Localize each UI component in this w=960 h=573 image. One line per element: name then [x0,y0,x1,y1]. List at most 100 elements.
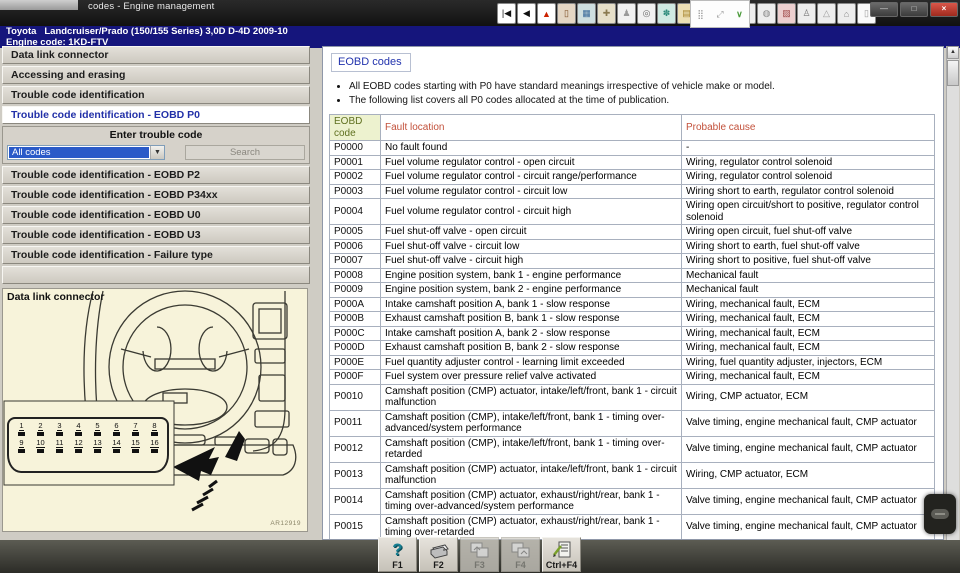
minimize-button[interactable]: — [870,2,898,17]
nav-back-icon[interactable]: ◀ [517,3,536,24]
sidebar-item[interactable]: Trouble code identification - EOBD P34xx [2,186,310,204]
table-row[interactable]: P0012 Camshaft position (CMP), intake/le… [330,436,935,462]
sidebar-item[interactable]: Data link connector [2,46,310,64]
sidebar-item[interactable]: Trouble code identification - EOBD U0 [2,206,310,224]
table-row[interactable]: P0004 Fuel volume regulator control - ci… [330,199,935,225]
body-icon[interactable]: ▨ [777,3,796,24]
scrollbar-thumb[interactable] [947,60,959,86]
close-button[interactable]: × [930,2,958,17]
sidebar-item[interactable]: Trouble code identification - EOBD P2 [2,166,310,184]
col-header-code: EOBD code [330,115,381,141]
eobd-codes-table: EOBD code Fault location Probable cause … [329,114,935,540]
table-row[interactable]: P0006 Fuel shut-off valve - circuit low … [330,239,935,254]
scroll-handle[interactable] [924,494,956,534]
table-row[interactable]: P000E Fuel quantity adjuster control - l… [330,355,935,370]
intro-bullets: All EOBD codes starting with P0 have sta… [349,80,943,108]
data-link-connector-panel: Data link connector [2,288,308,532]
next-illustration-f4-button[interactable]: F4 [501,537,540,572]
page-title: EOBD codes [331,53,411,72]
table-row[interactable]: P000C Intake camshaft position A, bank 2… [330,326,935,341]
table-row[interactable]: P0011 Camshaft position (CMP), intake/le… [330,410,935,436]
bullet-item: The following list covers all P0 codes a… [349,94,943,108]
connector-pin: 11 [53,439,66,453]
note-edit-icon [551,540,573,560]
code-filter-dropdown[interactable]: All codes ▼ [7,145,165,160]
maximize-button[interactable]: □ [900,2,928,17]
app-window: codes - Engine management |◀◀▲▯▦✚♟◎✽▤▣▢⊕… [0,0,960,573]
connector-pin: 15 [129,439,142,453]
prev-illustration-f3-button[interactable]: F3 [460,537,499,572]
col-header-cause: Probable cause [682,115,935,141]
scroll-handle-grip-icon [931,509,949,519]
connector-pin: 1 [15,422,28,436]
warning-icon[interactable]: ▲ [537,3,556,24]
table-row[interactable]: P0001 Fuel volume regulator control - op… [330,155,935,170]
table-row[interactable]: P0013 Camshaft position (CMP) actuator, … [330,462,935,488]
linked-images-icon [469,540,491,560]
person-icon[interactable]: ♙ [797,3,816,24]
gauge-icon[interactable]: ◎ [637,3,656,24]
sidebar-item-active[interactable]: Trouble code identification - EOBD P0 [2,106,310,124]
connector-pin: 14 [110,439,123,453]
help-f1-button[interactable]: ? F1 [378,537,417,572]
connector-pin: 9 [15,439,28,453]
chevron-down-icon: ∨ [736,9,743,20]
table-row[interactable]: P000F Fuel system over pressure relief v… [330,370,935,385]
content-panel: EOBD codes All EOBD codes starting with … [322,46,944,540]
sidebar-item[interactable]: Trouble code identification - Failure ty… [2,246,310,264]
connector-pin: 13 [91,439,104,453]
table-row[interactable]: P0010 Camshaft position (CMP) actuator, … [330,384,935,410]
toolbar-popup[interactable]: ⣿ ⤢ ∨ [690,0,750,28]
help-icon: ? [392,540,402,560]
table-row[interactable]: P0000 No fault found - [330,141,935,156]
window-controls: — □ × [870,2,958,17]
linked-images-icon [510,540,532,560]
table-row[interactable]: P0003 Fuel volume regulator control - ci… [330,184,935,199]
vehicle-header: Toyota Landcruiser/Prado (150/155 Series… [0,26,960,48]
vehicle-title: Toyota Landcruiser/Prado (150/155 Series… [6,26,960,37]
main-toolbar: |◀◀▲▯▦✚♟◎✽▤▣▢⊕◍▨♙△⌂▯ [497,3,876,24]
vehicle-icon[interactable]: ⌂ [837,3,856,24]
hazard-icon[interactable]: △ [817,3,836,24]
table-row[interactable]: P0009 Engine position system, bank 2 - e… [330,283,935,298]
connector-pins-top: 12345678 [15,422,161,436]
title-bar: codes - Engine management |◀◀▲▯▦✚♟◎✽▤▣▢⊕… [0,0,960,26]
figure-reference-code: AR12919 [270,520,301,527]
connector-pin: 10 [34,439,47,453]
background-window-edge [0,0,78,10]
component-icon[interactable]: ✚ [597,3,616,24]
wiring-diagram-icon[interactable]: ▦ [577,3,596,24]
scroll-up-arrow-icon[interactable]: ▲ [947,46,959,59]
sidebar-item-blank [2,266,310,284]
resize-icon: ⤢ [716,9,723,20]
trouble-code-search-panel: Enter trouble code All codes ▼ Search [2,126,310,164]
nav-first-icon[interactable]: |◀ [497,3,516,24]
sidebar-item[interactable]: Trouble code identification [2,86,310,104]
table-row[interactable]: P0014 Camshaft position (CMP) actuator, … [330,488,935,514]
tools-icon[interactable]: ♟ [617,3,636,24]
manual-icon[interactable]: ▯ [557,3,576,24]
search-button[interactable]: Search [185,145,305,160]
sidebar-item[interactable]: Trouble code identification - EOBD U3 [2,226,310,244]
table-row[interactable]: P0002 Fuel volume regulator control - ci… [330,170,935,185]
connector-pin: 4 [72,422,85,436]
connector-pin: 2 [34,422,47,436]
dropdown-selected-value: All codes [9,147,149,158]
table-row[interactable]: P0007 Fuel shut-off valve - circuit high… [330,254,935,269]
table-row[interactable]: P000B Exhaust camshaft position B, bank … [330,312,935,327]
connector-pin: 16 [148,439,161,453]
vertical-scrollbar[interactable]: ▲ [946,46,959,540]
print-f2-button[interactable]: F2 [419,537,458,572]
dashboard-drawing [3,289,308,532]
col-header-fault: Fault location [381,115,682,141]
notes-ctrl-f4-button[interactable]: Ctrl+F4 [542,537,581,572]
dropdown-arrow-icon[interactable]: ▼ [150,146,164,159]
table-row[interactable]: P0008 Engine position system, bank 1 - e… [330,268,935,283]
connector-pins-bottom: 910111213141516 [15,439,161,453]
table-row[interactable]: P0005 Fuel shut-off valve - open circuit… [330,225,935,240]
table-row[interactable]: P000A Intake camshaft position A, bank 1… [330,297,935,312]
sidebar-item[interactable]: Accessing and erasing [2,66,310,84]
table-row[interactable]: P000D Exhaust camshaft position B, bank … [330,341,935,356]
service-icon[interactable]: ◍ [757,3,776,24]
engine-data-icon[interactable]: ✽ [657,3,676,24]
